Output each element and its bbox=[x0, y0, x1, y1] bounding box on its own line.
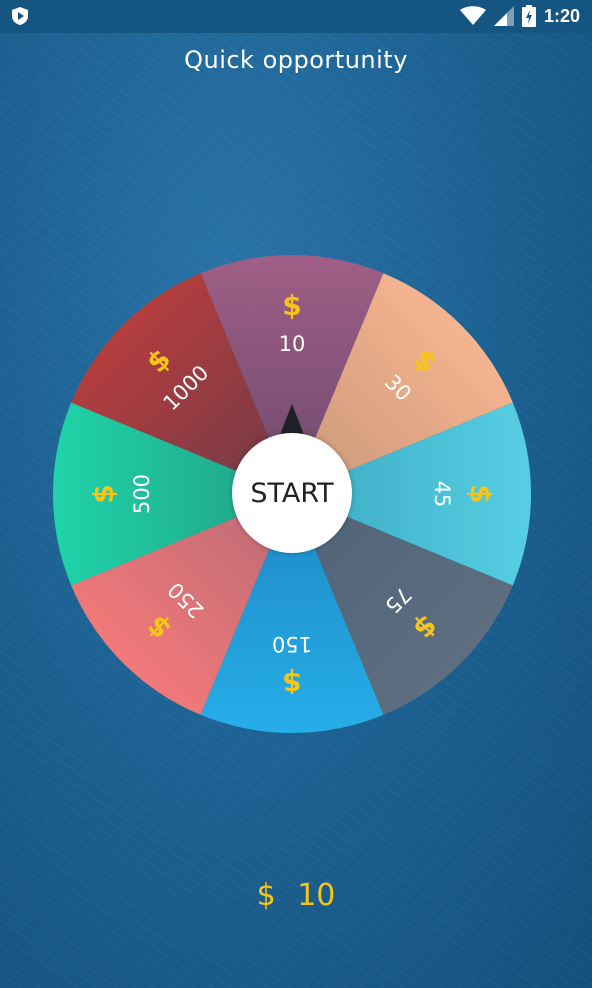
prize-currency: $ bbox=[256, 878, 276, 913]
status-time: 1:20 bbox=[543, 5, 580, 26]
segment-currency: $ bbox=[282, 289, 301, 322]
page-title: Quick opportunity bbox=[184, 46, 408, 74]
segment-value: 10 bbox=[279, 332, 306, 356]
segment-currency: $ bbox=[464, 484, 497, 503]
cell-signal-icon bbox=[493, 6, 514, 26]
segment-currency: $ bbox=[87, 484, 120, 503]
wifi-icon bbox=[459, 6, 486, 25]
segment-value: 500 bbox=[130, 474, 154, 514]
segment-currency: $ bbox=[282, 666, 301, 699]
prize-amount: 10 bbox=[297, 878, 336, 913]
segment-value: 150 bbox=[272, 632, 312, 656]
segment-value: 45 bbox=[430, 481, 454, 508]
prize-readout: $ 10 bbox=[0, 878, 592, 913]
app-shield-icon bbox=[12, 7, 28, 25]
battery-charging-icon bbox=[521, 5, 536, 27]
start-button[interactable]: START bbox=[232, 433, 352, 553]
status-bar: 1:20 bbox=[0, 0, 592, 33]
